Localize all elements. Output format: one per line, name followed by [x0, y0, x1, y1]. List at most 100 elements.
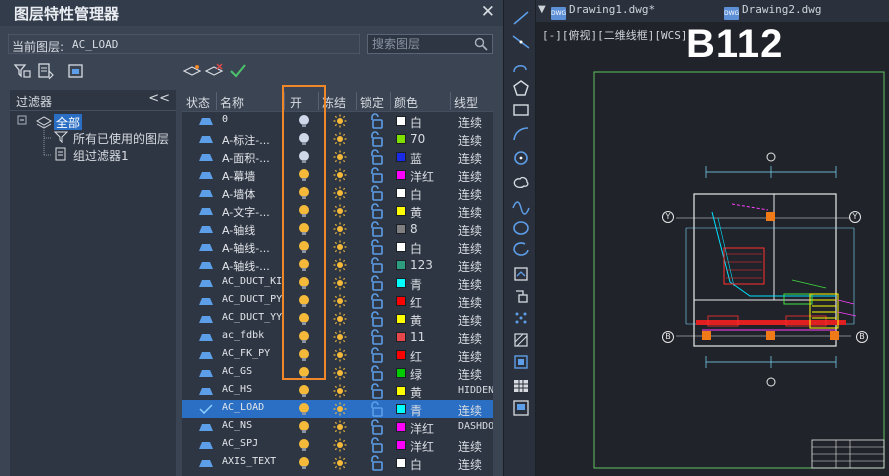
sun-thaw-icon[interactable]: [333, 402, 347, 416]
ellipse-icon[interactable]: [510, 218, 532, 238]
close-icon[interactable]: ✕: [481, 2, 495, 22]
column-lock[interactable]: 锁定: [360, 94, 390, 111]
delete-layer-icon[interactable]: [204, 62, 224, 80]
table-row[interactable]: AC_FK_PY 红 连续: [182, 346, 493, 364]
filter-all[interactable]: 全部: [54, 114, 83, 130]
bulb-on-icon[interactable]: [298, 223, 310, 235]
color-swatch[interactable]: [396, 152, 406, 162]
unlock-icon[interactable]: [368, 401, 384, 417]
color-swatch[interactable]: [396, 188, 406, 198]
rectangle-icon[interactable]: [510, 100, 532, 120]
drawing-area[interactable]: Y Y B B ▼ DWG Drawing1.dwg* DWG Drawing2.d…: [536, 0, 889, 476]
color-swatch[interactable]: [396, 368, 406, 378]
unlock-icon[interactable]: [368, 275, 384, 291]
color-swatch[interactable]: [396, 386, 406, 396]
linetype[interactable]: 连续: [458, 348, 493, 365]
color-swatch[interactable]: [396, 314, 406, 324]
color-swatch[interactable]: [396, 350, 406, 360]
sun-thaw-icon[interactable]: [333, 330, 347, 344]
table-row[interactable]: A-轴线-... 123 连续: [182, 256, 493, 274]
color-swatch[interactable]: [396, 296, 406, 306]
color-swatch[interactable]: [396, 404, 406, 414]
table-icon[interactable]: [510, 376, 532, 396]
unlock-icon[interactable]: [368, 167, 384, 183]
construction-line-icon[interactable]: [510, 32, 532, 52]
color-swatch[interactable]: [396, 260, 406, 270]
column-linetype[interactable]: 线型: [454, 94, 492, 111]
sun-thaw-icon[interactable]: [333, 294, 347, 308]
linetype[interactable]: 连续: [458, 294, 493, 311]
tabs-dropdown-icon[interactable]: ▼: [538, 4, 546, 15]
unlock-icon[interactable]: [368, 311, 384, 327]
revision-cloud-icon[interactable]: [510, 172, 532, 192]
linetype[interactable]: 连续: [458, 150, 493, 167]
bulb-on-icon[interactable]: [298, 349, 310, 361]
color-swatch[interactable]: [396, 170, 406, 180]
color-swatch[interactable]: [396, 440, 406, 450]
table-row[interactable]: A-墙体 白 连续: [182, 184, 493, 202]
unlock-icon[interactable]: [368, 293, 384, 309]
table-row[interactable]: AC_DUCT_YY 黄 连续: [182, 310, 493, 328]
column-on[interactable]: 开: [290, 94, 314, 111]
color-swatch[interactable]: [396, 134, 406, 144]
table-row[interactable]: AC_HS 黄 HIDDEN: [182, 382, 493, 400]
linetype[interactable]: 连续: [458, 456, 493, 473]
sun-thaw-icon[interactable]: [333, 312, 347, 326]
table-row[interactable]: A-幕墙 洋红 连续: [182, 166, 493, 184]
linetype[interactable]: 连续: [458, 276, 493, 293]
bulb-on-icon[interactable]: [298, 457, 310, 469]
linetype[interactable]: HIDDEN: [458, 385, 493, 396]
bulb-on-icon[interactable]: [298, 205, 310, 217]
table-row[interactable]: AC_SPJ 洋红 连续: [182, 436, 493, 454]
bulb-on-icon[interactable]: [298, 385, 310, 397]
table-row[interactable]: AC_GS 绿 连续: [182, 364, 493, 382]
bulb-on-icon[interactable]: [298, 421, 310, 433]
linetype[interactable]: 连续: [458, 186, 493, 203]
sun-thaw-icon[interactable]: [333, 114, 347, 128]
sun-thaw-icon[interactable]: [333, 438, 347, 452]
color-swatch[interactable]: [396, 242, 406, 252]
color-swatch[interactable]: [396, 422, 406, 432]
unlock-icon[interactable]: [368, 329, 384, 345]
color-swatch[interactable]: [396, 332, 406, 342]
color-swatch[interactable]: [396, 116, 406, 126]
linetype[interactable]: 连续: [458, 240, 493, 257]
bulb-on-icon[interactable]: [298, 259, 310, 271]
unlock-icon[interactable]: [368, 131, 384, 147]
bulb-on-icon[interactable]: [298, 187, 310, 199]
bulb-on-icon[interactable]: [298, 169, 310, 181]
linetype[interactable]: 连续: [458, 132, 493, 149]
unlock-icon[interactable]: [368, 347, 384, 363]
linetype[interactable]: 连续: [458, 312, 493, 329]
linetype[interactable]: 连续: [458, 222, 493, 239]
sun-thaw-icon[interactable]: [333, 150, 347, 164]
circle-icon[interactable]: [510, 148, 532, 168]
column-freeze[interactable]: 冻结: [322, 94, 354, 111]
sun-thaw-icon[interactable]: [333, 384, 347, 398]
table-scrollbar[interactable]: [494, 90, 503, 476]
unlock-icon[interactable]: [368, 419, 384, 435]
linetype[interactable]: 连续: [458, 204, 493, 221]
elliptical-arc-icon[interactable]: [510, 240, 532, 260]
sun-thaw-icon[interactable]: [333, 132, 347, 146]
line-icon[interactable]: [510, 8, 532, 28]
sun-thaw-icon[interactable]: [333, 240, 347, 254]
new-property-filter-icon[interactable]: [12, 62, 32, 80]
sun-thaw-icon[interactable]: [333, 420, 347, 434]
bulb-on-icon[interactable]: [298, 277, 310, 289]
search-input[interactable]: [372, 37, 470, 51]
table-row[interactable]: AC_NS 洋红 DASHDOT: [182, 418, 493, 436]
sun-thaw-icon[interactable]: [333, 456, 347, 470]
filter-group-1[interactable]: 组过滤器1: [73, 147, 129, 163]
search-icon[interactable]: [474, 37, 488, 51]
linetype[interactable]: 连续: [458, 114, 493, 131]
unlock-icon[interactable]: [368, 221, 384, 237]
unlock-icon[interactable]: [368, 203, 384, 219]
column-status[interactable]: 状态: [186, 94, 216, 111]
unlock-icon[interactable]: [368, 455, 384, 471]
table-row[interactable]: A-轴线-... 白 连续: [182, 238, 493, 256]
linetype[interactable]: DASHDOT: [458, 421, 493, 432]
linetype[interactable]: 连续: [458, 366, 493, 383]
linetype[interactable]: 连续: [458, 258, 493, 275]
unlock-icon[interactable]: [368, 113, 384, 129]
